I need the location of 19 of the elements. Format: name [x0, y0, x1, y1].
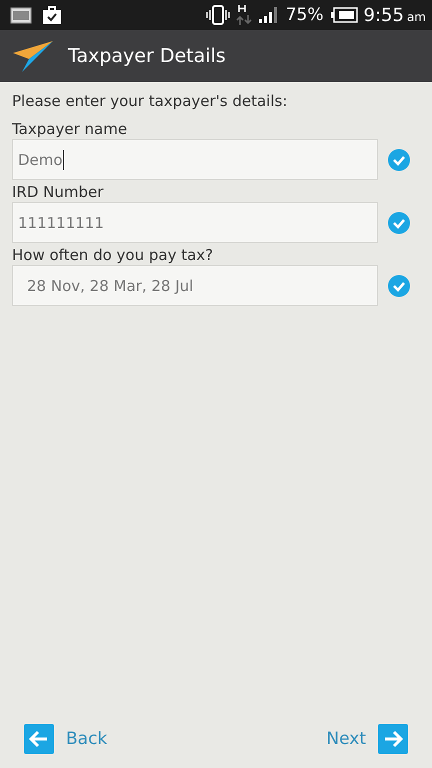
battery-percent: 75%: [286, 5, 324, 25]
paper-plane-logo-icon: [12, 39, 54, 73]
clipboard-check-icon: [42, 5, 62, 25]
field-label: How often do you pay tax?: [12, 246, 214, 264]
battery-icon: [330, 7, 358, 23]
data-transfer-icon: [236, 4, 252, 26]
input-field[interactable]: Demo: [12, 139, 378, 180]
next-button[interactable]: Next: [326, 724, 408, 754]
screen-title: Taxpayer Details: [68, 45, 226, 67]
image-notification-icon: [10, 6, 32, 24]
field-label: IRD Number: [12, 183, 104, 201]
vibrate-icon: [206, 5, 230, 25]
instruction-text: Please enter your taxpayer's details:: [12, 92, 288, 110]
dropdown-field[interactable]: 28 Nov, 28 Mar, 28 Jul: [12, 265, 378, 306]
signal-icon: [258, 6, 280, 24]
back-button[interactable]: Back: [24, 724, 108, 754]
clock-time: 9:55 am: [364, 4, 426, 26]
input-field[interactable]: 111111111: [12, 202, 378, 243]
field-label: Taxpayer name: [12, 120, 128, 138]
